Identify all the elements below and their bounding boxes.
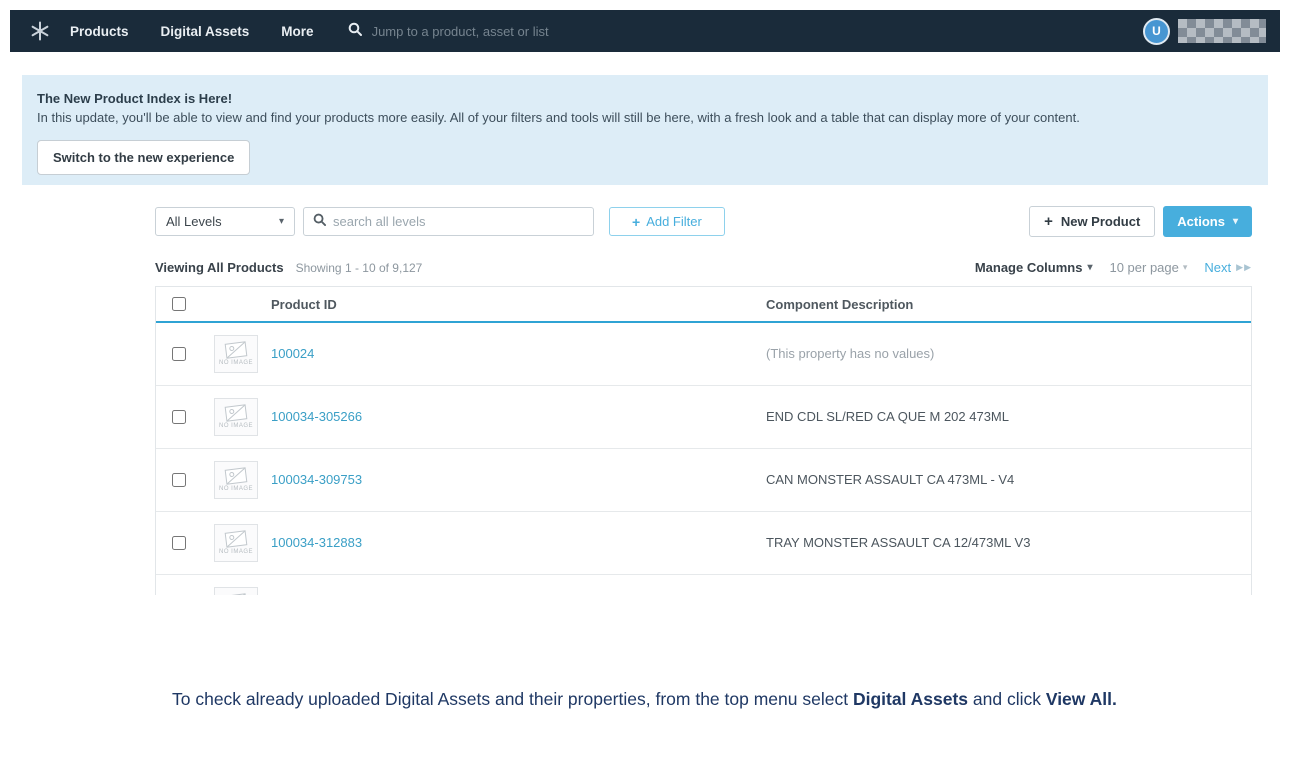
global-search <box>348 22 652 41</box>
actions-button[interactable]: Actions ▾ <box>1163 206 1252 237</box>
plus-icon: + <box>1044 213 1053 230</box>
row-checkbox[interactable] <box>172 347 186 361</box>
no-image-thumbnail[interactable]: NO IMAGE <box>214 461 258 499</box>
new-product-label: New Product <box>1061 214 1140 229</box>
table-row: NO IMAGE 100024 (This property has no va… <box>156 323 1251 386</box>
next-page-button[interactable]: Next ▶▶ <box>1204 260 1252 275</box>
products-table: Product ID Component Description NO IMAG… <box>155 286 1252 595</box>
table-row: NO IMAGE 100034-312883 TRAY MONSTER ASSA… <box>156 512 1251 575</box>
product-id-link[interactable]: 100034-312883 <box>271 535 362 550</box>
manage-columns-label: Manage Columns <box>975 260 1083 275</box>
broken-image-icon <box>224 467 248 486</box>
list-controls: Viewing All Products Showing 1 - 10 of 9… <box>155 260 1252 275</box>
no-image-thumbnail[interactable]: NO IMAGE <box>214 587 258 595</box>
add-filter-label: Add Filter <box>646 214 702 229</box>
table-row: NO IMAGE 100034-305266 END CDL SL/RED CA… <box>156 386 1251 449</box>
no-image-label: NO IMAGE <box>219 360 253 366</box>
user-name-redacted <box>1178 19 1266 43</box>
nav-item-products[interactable]: Products <box>70 24 129 39</box>
toolbar-right: + New Product Actions ▾ <box>1029 206 1252 237</box>
plus-icon: + <box>632 214 640 230</box>
instruction-bold-view-all: View All. <box>1046 689 1117 709</box>
add-filter-button[interactable]: + Add Filter <box>609 207 725 236</box>
row-checkbox[interactable] <box>172 536 186 550</box>
actions-label: Actions <box>1177 214 1225 229</box>
switch-experience-button[interactable]: Switch to the new experience <box>37 140 250 175</box>
salsify-logo-icon[interactable] <box>28 19 52 43</box>
nav-menu: Products Digital Assets More <box>70 24 314 39</box>
instruction-bold-digital-assets: Digital Assets <box>853 689 968 709</box>
chevron-down-icon: ▾ <box>279 216 284 227</box>
top-nav: Products Digital Assets More U <box>10 10 1280 52</box>
search-icon <box>348 22 362 41</box>
chevron-down-icon: ▾ <box>1087 262 1092 273</box>
viewing-label: Viewing All Products <box>155 260 284 275</box>
next-label: Next <box>1204 260 1231 275</box>
showing-count: Showing 1 - 10 of 9,127 <box>296 261 423 275</box>
broken-image-icon <box>224 593 248 595</box>
table-row: NO IMAGE 100034-309753 CAN MONSTER ASSAU… <box>156 449 1251 512</box>
product-description: TRAY MONSTER ASSAULT CA 12/473ML V3 <box>766 535 1030 550</box>
levels-search-input[interactable] <box>333 214 584 229</box>
no-image-thumbnail[interactable]: NO IMAGE <box>214 335 258 373</box>
products-index: All Levels ▾ + Add Filter + New Product … <box>155 206 1252 595</box>
no-image-label: NO IMAGE <box>219 549 253 555</box>
no-image-thumbnail[interactable]: NO IMAGE <box>214 398 258 436</box>
chevron-down-icon: ▾ <box>1183 262 1188 273</box>
column-header-description: Component Description <box>766 297 1251 312</box>
product-table-body: NO IMAGE 100024 (This property has no va… <box>156 323 1251 595</box>
column-header-product-id: Product ID <box>271 297 766 312</box>
user-avatar[interactable]: U <box>1143 18 1170 45</box>
per-page-select[interactable]: 10 per page ▾ <box>1109 260 1187 275</box>
search-icon <box>313 213 326 231</box>
levels-search <box>303 207 594 236</box>
product-id-link[interactable]: 100034-309753 <box>271 472 362 487</box>
row-checkbox[interactable] <box>172 410 186 424</box>
levels-select[interactable]: All Levels ▾ <box>155 207 295 236</box>
row-checkbox[interactable] <box>172 473 186 487</box>
manage-columns-button[interactable]: Manage Columns ▾ <box>975 260 1093 275</box>
list-controls-right: Manage Columns ▾ 10 per page ▾ Next ▶▶ <box>975 260 1252 275</box>
filter-toolbar: All Levels ▾ + Add Filter + New Product … <box>155 206 1252 237</box>
no-image-label: NO IMAGE <box>219 486 253 492</box>
global-search-input[interactable] <box>372 24 652 39</box>
levels-select-value: All Levels <box>166 214 222 229</box>
nav-item-more[interactable]: More <box>281 24 313 39</box>
table-header-row: Product ID Component Description <box>156 287 1251 323</box>
broken-image-icon <box>224 404 248 423</box>
new-product-button[interactable]: + New Product <box>1029 206 1155 237</box>
product-description: END CDL SL/RED CA QUE M 202 473ML <box>766 409 1009 424</box>
product-description: CAN MONSTER ASSAULT CA 473ML - V4 <box>766 472 1014 487</box>
nav-item-digital-assets[interactable]: Digital Assets <box>161 24 250 39</box>
nav-right: U <box>1143 18 1266 45</box>
broken-image-icon <box>224 530 248 549</box>
product-description: (This property has no values) <box>766 346 934 361</box>
broken-image-icon <box>224 341 248 360</box>
banner-title: The New Product Index is Here! <box>37 91 1253 106</box>
instruction-part1: To check already uploaded Digital Assets… <box>172 689 853 709</box>
product-id-link[interactable]: 100034-305266 <box>271 409 362 424</box>
per-page-label: 10 per page <box>1109 260 1178 275</box>
select-all-checkbox[interactable] <box>172 297 186 311</box>
instruction-text: To check already uploaded Digital Assets… <box>172 681 1120 717</box>
new-index-banner: The New Product Index is Here! In this u… <box>22 75 1268 185</box>
chevron-down-icon: ▾ <box>1233 216 1238 227</box>
instruction-part2: and click <box>968 689 1046 709</box>
table-row: NO IMAGE <box>156 575 1251 595</box>
product-id-link[interactable]: 100024 <box>271 346 314 361</box>
banner-body: In this update, you'll be able to view a… <box>37 110 1253 125</box>
no-image-thumbnail[interactable]: NO IMAGE <box>214 524 258 562</box>
no-image-label: NO IMAGE <box>219 423 253 429</box>
next-page-chevrons-icon: ▶▶ <box>1236 262 1252 273</box>
